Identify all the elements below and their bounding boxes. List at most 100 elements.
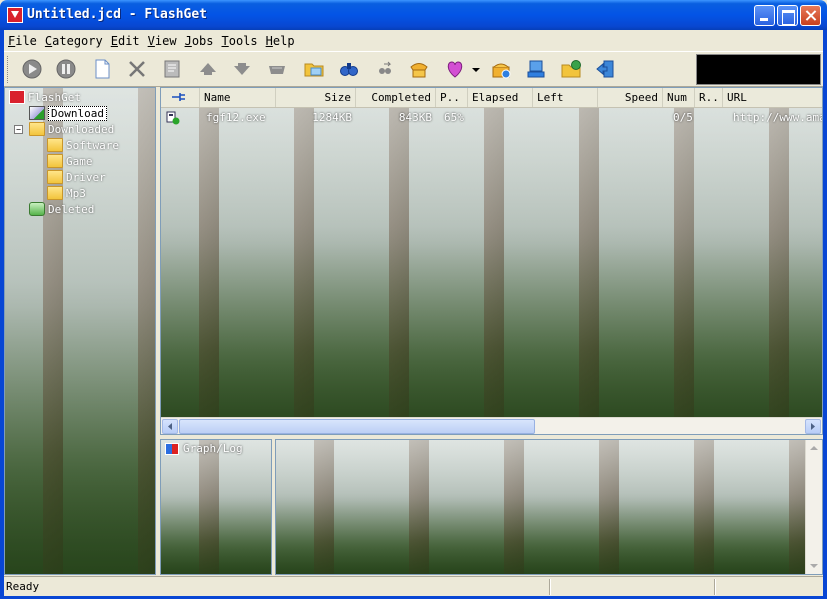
status-separator [714,579,716,595]
job-num: 0/5 [673,111,693,124]
scroll-left-button[interactable] [162,419,178,434]
tree-item-downloaded-label: Downloaded [48,122,115,136]
exit-icon[interactable] [595,58,617,80]
tree-item-download-label: Download [48,105,107,121]
column-percent[interactable]: P.. [436,88,468,107]
job-elapsed [468,110,533,126]
pause-icon[interactable] [55,58,77,80]
menu-file[interactable]: File [4,34,41,48]
tree-item-deleted-label: Deleted [48,202,95,216]
job-completed: 843KB [398,111,432,124]
scheme-icon[interactable] [444,58,466,80]
recycle-bin-icon [29,202,45,216]
tree-item-mp3[interactable]: Mp3 [47,185,86,201]
job-list-pane: Name Size Completed P.. Elapsed Left Spe… [160,87,823,435]
horizontal-scroll-thumb[interactable] [179,419,535,434]
dial-icon[interactable] [408,58,430,80]
tree-item-software[interactable]: Software [47,137,119,153]
flashget-icon [9,90,25,104]
default-download-folder-icon[interactable] [560,58,582,80]
menu-category[interactable]: Category [41,34,107,48]
status-separator [549,579,551,595]
menu-help[interactable]: Help [262,34,299,48]
window-title: Untitled.jcd - FlashGet [27,7,208,22]
close-button[interactable] [800,5,821,26]
tree-item-download[interactable]: Download [29,105,107,121]
minimize-button[interactable] [754,5,775,26]
tree-item-driver[interactable]: Driver [47,169,106,185]
arrow-left-icon [168,423,172,430]
column-num[interactable]: Num [663,88,695,107]
job-left [533,110,598,126]
column-completed[interactable]: Completed [356,88,436,107]
flashget-app-icon[interactable] [7,7,23,23]
column-left[interactable]: Left [533,88,598,107]
new-icon[interactable] [91,58,113,80]
scheme-dropdown-icon[interactable] [470,58,482,80]
category-tree-pane: FlashGet Download − Downloaded Software … [4,87,156,575]
arrow-down-icon[interactable] [808,560,820,572]
menu-tools[interactable]: Tools [218,34,262,48]
job-list-header: Name Size Completed P.. Elapsed Left Spe… [161,88,822,108]
column-speed[interactable]: Speed [598,88,663,107]
job-name: fgf12.exe [206,111,266,124]
tree-item-deleted[interactable]: Deleted [29,201,94,217]
column-elapsed[interactable]: Elapsed [468,88,533,107]
arrow-right-icon [811,423,815,430]
tree-item-mp3-label: Mp3 [66,186,86,200]
properties-icon[interactable] [161,58,183,80]
graph-icon [165,442,179,455]
column-url[interactable]: URL [723,88,822,107]
window-frame-right [823,30,827,599]
menu-category-label: Category [44,33,103,48]
toolbar [4,51,823,87]
collapse-downloaded-toggle[interactable]: − [14,125,23,134]
menu-jobs[interactable]: Jobs [181,34,218,48]
download-icon [29,106,45,120]
scroll-right-button[interactable] [805,419,821,434]
column-size[interactable]: Size [276,88,356,107]
folder-open-icon [29,122,45,136]
status-bar: Ready [4,576,823,596]
delete-icon[interactable] [126,58,148,80]
tree-item-game[interactable]: Game [47,153,93,169]
column-r[interactable]: R.. [695,88,723,107]
job-status-icon [166,111,180,125]
arrow-up-icon[interactable] [808,442,820,454]
tree-item-downloaded[interactable]: Downloaded [29,121,114,137]
folder-icon [47,170,63,184]
column-name[interactable]: Name [200,88,276,107]
maximize-button[interactable] [777,5,798,26]
start-icon[interactable] [21,58,43,80]
menu-tools-label: Tools [221,33,258,48]
menu-file-label: File [8,33,37,48]
job-r [695,110,723,126]
menu-edit[interactable]: Edit [107,34,144,48]
tree-root-flashget[interactable]: FlashGet [9,89,81,105]
open-folder-icon[interactable] [303,58,325,80]
move-up-icon[interactable] [197,58,219,80]
toolbar-grip[interactable] [7,56,10,83]
find-icon[interactable] [338,58,360,80]
job-row[interactable]: fgf12.exe 1284KB 843KB 65% 0/5 http://ww… [161,110,822,126]
import-icon[interactable] [266,58,288,80]
menu-view-label: View [147,33,177,48]
job-size: 1284KB [312,111,352,124]
dialer-icon[interactable] [490,58,512,80]
horizontal-scrollbar[interactable] [161,417,822,434]
job-speed [598,110,663,126]
title-bar[interactable]: Untitled.jcd - FlashGet [0,0,827,30]
graph-log-pane: Graph/Log [160,439,272,575]
drop-target-monitor[interactable] [696,54,821,85]
site-manager-icon[interactable] [525,58,547,80]
tree-item-software-label: Software [66,138,119,152]
menu-view[interactable]: View [144,34,181,48]
move-down-icon[interactable] [231,58,253,80]
folder-icon [47,154,63,168]
menu-bar: File Category Edit View Jobs Tools Help [4,30,823,51]
graph-log-tab[interactable]: Graph/Log [165,442,243,455]
vertical-scrollbar[interactable] [805,440,822,574]
find-next-icon[interactable] [374,58,396,80]
column-status[interactable] [161,88,200,107]
menu-edit-label: Edit [110,33,140,48]
